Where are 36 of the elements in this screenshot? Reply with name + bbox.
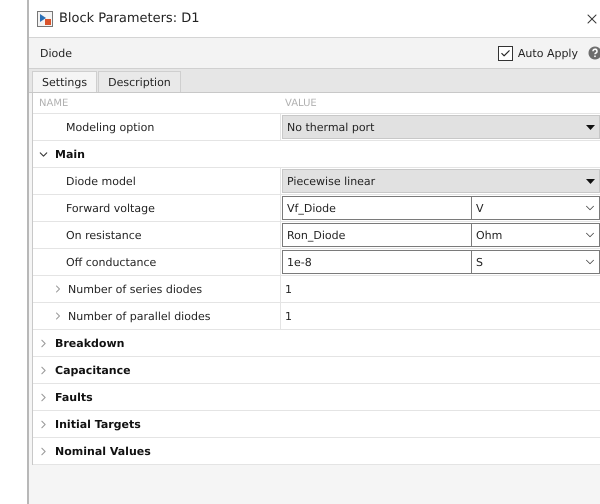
tab[interactable]: Settings xyxy=(32,71,98,92)
column-header: NAME xyxy=(38,96,70,110)
group-name: Initial Targets xyxy=(55,418,141,430)
value-field[interactable]: Vf_Diode xyxy=(282,196,472,220)
unit-dropdown[interactable]: S xyxy=(472,250,600,274)
parameter-name: Diode model xyxy=(66,174,136,188)
parameter-name: Number of series diodes xyxy=(68,282,202,296)
group-name: Breakdown xyxy=(55,336,124,350)
column-header: VALUE xyxy=(284,96,318,110)
parameter-name: Number of parallel diodes xyxy=(68,310,210,322)
parameter-name: Forward voltage xyxy=(66,202,155,214)
value-field[interactable]: 1e-8 xyxy=(282,250,472,274)
parameter-value: 1 xyxy=(284,282,292,298)
group-name: Capacitance xyxy=(55,364,131,376)
unit-dropdown[interactable]: Ohm xyxy=(472,223,600,247)
group-name: Nominal Values xyxy=(55,444,151,458)
block-name: Diode xyxy=(40,46,74,60)
dropdown-arrow-icon xyxy=(586,124,595,130)
check-icon xyxy=(500,48,511,58)
help-icon[interactable] xyxy=(588,46,600,60)
tab[interactable]: Description xyxy=(98,71,181,92)
checkbox-label[interactable]: Auto Apply xyxy=(518,46,578,60)
parameter-value: 1 xyxy=(284,308,292,324)
parameter-name: Modeling option xyxy=(66,120,154,134)
group-name: Faults xyxy=(55,390,93,404)
dropdown[interactable]: Piecewise linear xyxy=(282,169,600,193)
dropdown[interactable]: No thermal port xyxy=(282,115,600,139)
parameter-name: Off conductance xyxy=(66,256,156,268)
parameter-name: On resistance xyxy=(66,228,142,242)
unit-dropdown[interactable]: V xyxy=(472,196,600,220)
dropdown-arrow-icon xyxy=(586,178,595,184)
block-icon xyxy=(37,10,53,26)
checkbox[interactable] xyxy=(498,46,513,60)
value-field[interactable]: Ron_Diode xyxy=(282,223,472,247)
group-name: Main xyxy=(55,148,85,160)
window-title: Block Parameters: D1 xyxy=(59,11,200,26)
